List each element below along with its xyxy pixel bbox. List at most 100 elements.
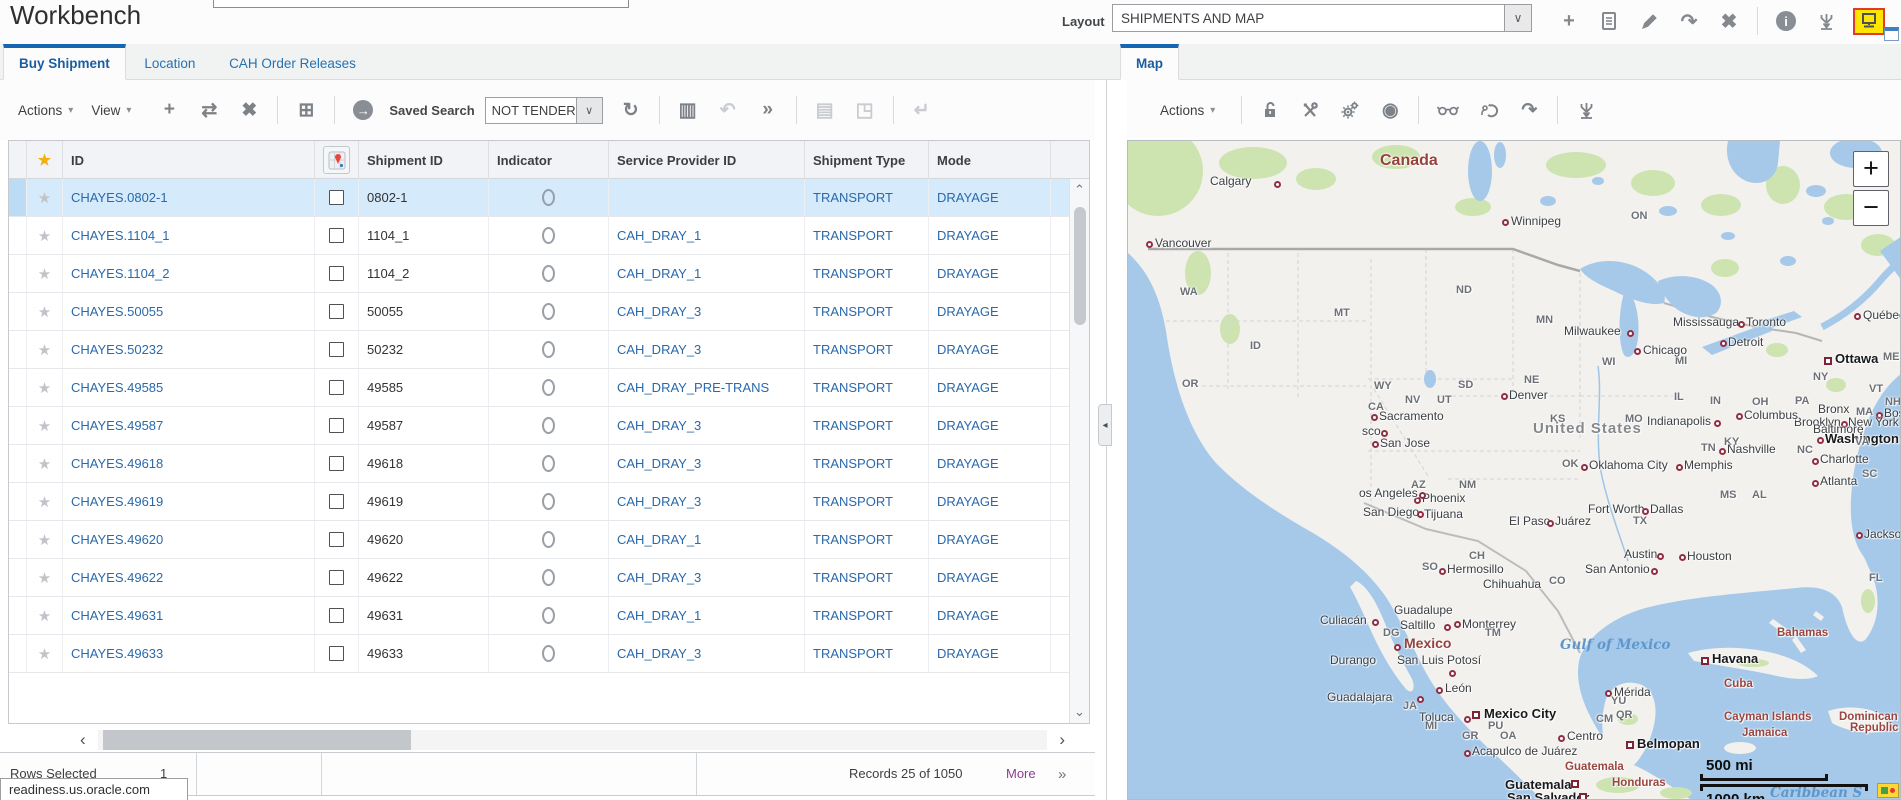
- shipment-type-link[interactable]: TRANSPORT: [813, 532, 893, 547]
- favorite-cell[interactable]: ★: [27, 445, 63, 482]
- table-row[interactable]: ★CHAYES.4961949619CAH_DRAY_3TRANSPORTDRA…: [9, 483, 1069, 521]
- row-select-cell[interactable]: [9, 293, 27, 330]
- service-provider-link[interactable]: CAH_DRAY_1: [617, 532, 701, 547]
- tab-buy-shipment[interactable]: Buy Shipment: [3, 44, 126, 80]
- shipment-type-link[interactable]: TRANSPORT: [813, 646, 893, 661]
- vertical-scrollbar[interactable]: ⌃ ⌄: [1069, 179, 1089, 723]
- star-icon[interactable]: ★: [38, 531, 51, 549]
- unlock-icon[interactable]: [1260, 101, 1280, 119]
- row-checkbox[interactable]: [329, 190, 344, 205]
- row-checkbox[interactable]: [329, 456, 344, 471]
- row-select-cell[interactable]: [9, 483, 27, 520]
- table-row[interactable]: ★CHAYES.4962249622CAH_DRAY_3TRANSPORTDRA…: [9, 559, 1069, 597]
- row-select-cell[interactable]: [9, 179, 27, 216]
- mode-link[interactable]: DRAYAGE: [937, 418, 999, 433]
- visibility-eye-icon[interactable]: ◉: [1380, 99, 1400, 122]
- favorite-cell[interactable]: ★: [27, 597, 63, 634]
- shipment-type-link[interactable]: TRANSPORT: [813, 228, 893, 243]
- row-checkbox[interactable]: [329, 342, 344, 357]
- chevron-down-icon[interactable]: ∨: [1504, 5, 1531, 31]
- row-checkbox[interactable]: [329, 532, 344, 547]
- service-provider-link[interactable]: CAH_DRAY_1: [617, 266, 701, 281]
- global-search-input[interactable]: [213, 0, 629, 8]
- service-provider-link[interactable]: CAH_DRAY_3: [617, 304, 701, 319]
- tender-merge-icon[interactable]: [1815, 8, 1837, 34]
- row-checkbox[interactable]: [329, 646, 344, 661]
- row-select-cell[interactable]: [9, 445, 27, 482]
- shipment-id-link[interactable]: CHAYES.0802-1: [71, 190, 168, 205]
- tab-cah-order-releases[interactable]: CAH Order Releases: [214, 44, 371, 79]
- mode-link[interactable]: DRAYAGE: [937, 266, 999, 281]
- tender-merge-icon[interactable]: [1576, 101, 1596, 120]
- scroll-up-icon[interactable]: ⌃: [1070, 182, 1089, 198]
- favorite-cell[interactable]: ★: [27, 521, 63, 558]
- service-provider-link[interactable]: CAH_DRAY_3: [617, 456, 701, 471]
- row-select-cell[interactable]: [9, 407, 27, 444]
- horizontal-scrollbar[interactable]: ‹ ›: [80, 728, 1065, 752]
- table-row[interactable]: ★CHAYES.0802-10802-1TRANSPORTDRAYAGE: [9, 179, 1069, 217]
- shipment-type-link[interactable]: TRANSPORT: [813, 494, 893, 509]
- row-checkbox[interactable]: [329, 418, 344, 433]
- shipment-id-link[interactable]: CHAYES.1104_1: [71, 228, 170, 243]
- shipment-type-link[interactable]: TRANSPORT: [813, 380, 893, 395]
- mini-window-icon[interactable]: [1884, 27, 1899, 41]
- tab-map[interactable]: Map: [1120, 44, 1179, 80]
- star-icon[interactable]: ★: [38, 417, 51, 435]
- map-actions-menu[interactable]: Actions: [1160, 103, 1204, 118]
- shipment-id-link[interactable]: CHAYES.50055: [71, 304, 163, 319]
- table-row[interactable]: ★CHAYES.5005550055CAH_DRAY_3TRANSPORTDRA…: [9, 293, 1069, 331]
- service-provider-link[interactable]: CAH_DRAY_3: [617, 646, 701, 661]
- service-provider-link[interactable]: CAH_DRAY_PRE-TRANS: [617, 380, 769, 395]
- table-row[interactable]: ★CHAYES.1104_11104_1CAH_DRAY_1TRANSPORTD…: [9, 217, 1069, 255]
- favorite-star-header[interactable]: ★: [27, 141, 63, 179]
- row-checkbox[interactable]: [329, 608, 344, 623]
- actions-menu[interactable]: Actions: [18, 103, 62, 118]
- shipment-id-link[interactable]: CHAYES.49622: [71, 570, 163, 585]
- service-provider-link[interactable]: CAH_DRAY_1: [617, 608, 701, 623]
- table-row[interactable]: ★CHAYES.4963149631CAH_DRAY_1TRANSPORTDRA…: [9, 597, 1069, 635]
- mode-link[interactable]: DRAYAGE: [937, 608, 999, 623]
- vertical-scrollbar-thumb[interactable]: [1074, 207, 1086, 325]
- mode-link[interactable]: DRAYAGE: [937, 456, 999, 471]
- row-checkbox[interactable]: [329, 304, 344, 319]
- row-select-cell[interactable]: [9, 369, 27, 406]
- favorite-cell[interactable]: ★: [27, 635, 63, 672]
- col-header-mode[interactable]: Mode: [929, 141, 1051, 179]
- table-row[interactable]: ★CHAYES.4958749587CAH_DRAY_3TRANSPORTDRA…: [9, 407, 1069, 445]
- star-icon[interactable]: ★: [38, 607, 51, 625]
- shipment-id-link[interactable]: CHAYES.49585: [71, 380, 163, 395]
- col-header-shipment-type[interactable]: Shipment Type: [805, 141, 929, 179]
- favorite-cell[interactable]: ★: [27, 255, 63, 292]
- row-checkbox[interactable]: [329, 570, 344, 585]
- table-grid-icon[interactable]: ⊞: [296, 99, 316, 122]
- star-icon[interactable]: ★: [38, 303, 51, 321]
- favorite-cell[interactable]: ★: [27, 559, 63, 596]
- map-canvas[interactable]: CanadaCalgaryWinnipegVancouverONQuébecWA…: [1127, 140, 1901, 800]
- zoom-out-button[interactable]: −: [1853, 190, 1889, 226]
- edit-pencil-icon[interactable]: [1638, 8, 1660, 34]
- horizontal-scrollbar-thumb[interactable]: [103, 730, 411, 750]
- copy-document-icon[interactable]: [1598, 8, 1620, 34]
- info-icon[interactable]: i: [1775, 8, 1797, 34]
- more-records-link[interactable]: More: [1006, 766, 1036, 781]
- star-icon[interactable]: ★: [38, 189, 51, 207]
- mode-link[interactable]: DRAYAGE: [937, 532, 999, 547]
- table-row[interactable]: ★CHAYES.4962049620CAH_DRAY_1TRANSPORTDRA…: [9, 521, 1069, 559]
- shipment-type-link[interactable]: TRANSPORT: [813, 418, 893, 433]
- favorite-cell[interactable]: ★: [27, 217, 63, 254]
- service-provider-link[interactable]: CAH_DRAY_3: [617, 418, 701, 433]
- add-icon[interactable]: +: [1558, 8, 1580, 34]
- more-chevrons-icon[interactable]: »: [758, 99, 778, 121]
- row-checkbox[interactable]: [329, 380, 344, 395]
- shipment-id-link[interactable]: CHAYES.50232: [71, 342, 163, 357]
- tools-icon[interactable]: [1300, 101, 1320, 119]
- service-provider-link[interactable]: CAH_DRAY_3: [617, 342, 701, 357]
- redo-icon[interactable]: ↷: [1519, 99, 1539, 122]
- star-icon[interactable]: ★: [38, 493, 51, 511]
- shipment-type-link[interactable]: TRANSPORT: [813, 456, 893, 471]
- row-checkbox[interactable]: [329, 494, 344, 509]
- shipment-id-link[interactable]: CHAYES.49619: [71, 494, 163, 509]
- page-forward-icon[interactable]: »: [1058, 766, 1066, 783]
- col-header-shipment-id[interactable]: Shipment ID: [359, 141, 489, 179]
- favorite-cell[interactable]: ★: [27, 369, 63, 406]
